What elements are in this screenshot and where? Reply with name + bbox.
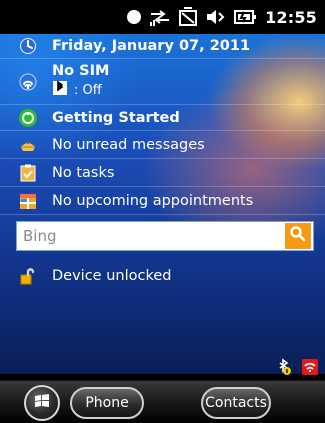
status-icons: 12:55 — [125, 6, 317, 28]
phone-radio-icon — [18, 72, 38, 92]
contacts-softkey[interactable]: Contacts — [201, 387, 271, 419]
getting-started-row[interactable]: Getting Started — [0, 105, 325, 131]
messages-icon — [18, 135, 38, 155]
bluetooth-status: : Off — [52, 80, 109, 100]
tasks-row[interactable]: No tasks — [0, 159, 325, 187]
battery-icon[interactable] — [233, 7, 257, 27]
system-tray — [0, 356, 325, 380]
sim-row[interactable]: No SIM : Off — [0, 59, 325, 105]
appointments-row[interactable]: No upcoming appointments — [0, 187, 325, 215]
signal-off-icon[interactable] — [177, 7, 199, 27]
windows-flag-icon — [31, 390, 53, 416]
bing-search[interactable]: Bing — [16, 221, 314, 251]
wireless-off-icon[interactable] — [301, 358, 319, 380]
volume-icon[interactable] — [205, 7, 227, 27]
tasks-icon — [18, 163, 38, 183]
clock-icon — [18, 36, 38, 56]
sim-title: No SIM — [52, 63, 110, 79]
search-button[interactable] — [285, 223, 311, 249]
lock-row[interactable]: Device unlocked — [0, 262, 325, 290]
date-row[interactable]: Friday, January 07, 2011 — [0, 34, 325, 59]
messages-row[interactable]: No unread messages — [0, 131, 325, 159]
connectivity-icon[interactable] — [149, 7, 171, 27]
messages-label: No unread messages — [52, 136, 205, 153]
search-icon — [289, 225, 307, 247]
notification-icon[interactable] — [125, 8, 143, 26]
unlocked-lock-icon — [18, 266, 38, 286]
start-button[interactable] — [24, 385, 60, 421]
lock-label: Device unlocked — [52, 268, 172, 284]
tasks-label: No tasks — [52, 164, 115, 181]
status-bar[interactable]: 12:55 — [0, 0, 325, 34]
getting-started-icon — [18, 108, 38, 128]
getting-started-label: Getting Started — [52, 109, 180, 126]
calendar-icon — [18, 191, 38, 211]
tray-icons — [275, 358, 319, 380]
sim-block: No SIM : Off — [52, 63, 109, 100]
bluetooth-status-text: : Off — [74, 82, 102, 98]
bluetooth-tray-icon[interactable] — [275, 358, 293, 380]
search-input[interactable]: Bing — [17, 227, 285, 245]
bluetooth-icon — [52, 80, 68, 100]
phone-softkey[interactable]: Phone — [70, 387, 144, 419]
today-screen: 12:55 Friday, January 07, 2011 No SIM: … — [0, 0, 325, 423]
softkey-bar: Phone Contacts — [0, 380, 325, 423]
status-time[interactable]: 12:55 — [265, 8, 317, 27]
date-label: Friday, January 07, 2011 — [52, 38, 251, 54]
appointments-label: No upcoming appointments — [52, 192, 254, 209]
